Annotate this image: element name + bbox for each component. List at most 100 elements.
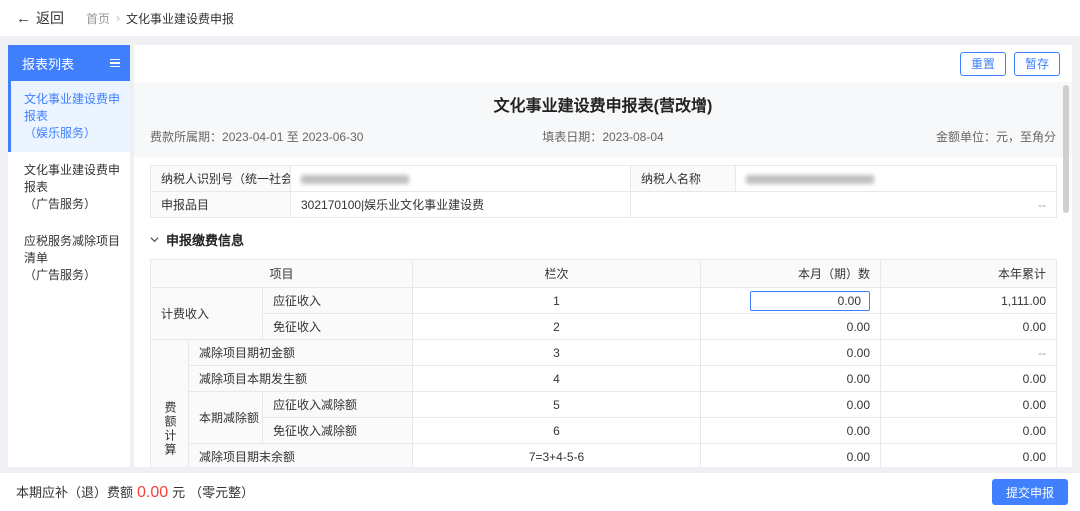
- row-column-no: 7=3+4-5-6: [413, 444, 701, 468]
- taxpayer-id-redacted: [301, 175, 409, 184]
- ytd-value: 0.00: [881, 392, 1057, 418]
- breadcrumb-home[interactable]: 首页: [86, 10, 110, 27]
- month-value-input[interactable]: 0.00: [750, 291, 870, 311]
- form-title: 文化事业建设费申报表(营改增): [150, 92, 1056, 116]
- ytd-value: 0.00: [881, 418, 1057, 444]
- footer-bar: 本期应补（退）费额 0.00 元 （零元整） 提交申报: [0, 473, 1080, 511]
- declare-item-extra: --: [631, 192, 1057, 218]
- row-label: 应征收入减除额: [263, 392, 413, 418]
- scrollbar-thumb[interactable]: [1063, 85, 1069, 213]
- row-label: 减除项目本期发生额: [189, 366, 413, 392]
- row-label: 减除项目期初金额: [189, 340, 413, 366]
- ytd-value: 0.00: [881, 366, 1057, 392]
- taxpayer-id-value: [291, 166, 631, 192]
- table-row: 免征收入 2 0.00 0.00: [151, 314, 1057, 340]
- sidebar-item-label: 文化事业建设费申报表: [24, 91, 122, 125]
- form-panel: 重置 暂存 文化事业建设费申报表(营改增) 费款所属期：2023-04-01 至…: [134, 45, 1072, 467]
- back-label: 返回: [36, 8, 64, 28]
- save-draft-button[interactable]: 暂存: [1014, 52, 1060, 76]
- row-column-no: 4: [413, 366, 701, 392]
- row-column-no: 2: [413, 314, 701, 340]
- breadcrumb: 首页 › 文化事业建设费申报: [86, 10, 234, 27]
- sidebar-header: 报表列表: [8, 45, 130, 81]
- section-title: 申报缴费信息: [166, 230, 244, 249]
- ytd-value: --: [881, 340, 1057, 366]
- payable-amount: 0.00: [137, 484, 168, 502]
- col-header-month: 本月（期）数: [701, 260, 881, 288]
- col-header-project: 项目: [151, 260, 413, 288]
- breadcrumb-separator-icon: ›: [116, 11, 120, 25]
- month-value[interactable]: 0.00: [701, 366, 881, 392]
- declare-item-value[interactable]: 302170100|娱乐业文化事业建设费: [291, 192, 631, 218]
- form-toolbar: 重置 暂存: [134, 45, 1072, 82]
- taxpayer-info-table: 纳税人识别号（统一社会信用代码） 纳税人名称 申报品目 302170100|娱乐…: [150, 165, 1057, 218]
- table-row: 减除项目期末余额 7=3+4-5-6 0.00 0.00: [151, 444, 1057, 468]
- table-row: 免征收入减除额 6 0.00 0.00: [151, 418, 1057, 444]
- row-label: 免征收入: [263, 314, 413, 340]
- ytd-value: 0.00: [881, 314, 1057, 340]
- sidebar-item-sublabel: （娱乐服务）: [24, 125, 122, 142]
- reset-button[interactable]: 重置: [960, 52, 1006, 76]
- sidebar-title: 报表列表: [22, 54, 74, 73]
- ytd-value: 1,111.00: [881, 288, 1057, 314]
- form-body: 纳税人识别号（统一社会信用代码） 纳税人名称 申报品目 302170100|娱乐…: [134, 157, 1072, 467]
- form-title-band: 文化事业建设费申报表(营改增) 费款所属期：2023-04-01 至 2023-…: [134, 82, 1072, 157]
- breadcrumb-current: 文化事业建设费申报: [126, 10, 234, 27]
- table-row: 本期减除额 应征收入减除额 5 0.00 0.00: [151, 392, 1057, 418]
- sidebar-item-label: 应税服务减除项目清单: [24, 233, 122, 267]
- fee-period: 费款所属期：2023-04-01 至 2023-06-30: [150, 128, 452, 145]
- taxpayer-name-redacted: [746, 175, 874, 184]
- payable-unit: 元: [172, 482, 185, 501]
- fill-date-label: 填表日期：: [542, 130, 602, 144]
- month-value[interactable]: 0.00: [701, 444, 881, 468]
- sidebar-item-sublabel: （广告服务）: [24, 196, 122, 213]
- table-row: 费额计算 减除项目期初金额 3 0.00 --: [151, 340, 1057, 366]
- table-row: 计费收入 应征收入 1 0.00 1,111.00: [151, 288, 1057, 314]
- col-header-ytd: 本年累计: [881, 260, 1057, 288]
- collapse-sidebar-icon[interactable]: [110, 59, 120, 68]
- declaration-table: 项目 栏次 本月（期）数 本年累计 计费收入 应征收入 1 0.00 1,111…: [150, 259, 1057, 467]
- sidebar-item-deduction-list[interactable]: 应税服务减除项目清单 （广告服务）: [8, 223, 130, 294]
- row-group-label: 计费收入: [151, 288, 263, 340]
- sidebar-item-entertainment-report[interactable]: 文化事业建设费申报表 （娱乐服务）: [8, 81, 130, 152]
- row-label: 免征收入减除额: [263, 418, 413, 444]
- fee-period-value: 2023-04-01 至 2023-06-30: [222, 130, 363, 144]
- unit-note: 金额单位：元，至角分: [754, 128, 1056, 145]
- back-button[interactable]: ← 返回: [16, 8, 64, 28]
- payable-label: 本期应补（退）费额: [16, 482, 133, 501]
- sidebar-item-label: 文化事业建设费申报表: [24, 162, 122, 196]
- row-label: 减除项目期末余额: [189, 444, 413, 468]
- taxpayer-name-label: 纳税人名称: [631, 166, 736, 192]
- content-area: 报表列表 文化事业建设费申报表 （娱乐服务） 文化事业建设费申报表 （广告服务）…: [0, 36, 1080, 467]
- top-bar: ← 返回 首页 › 文化事业建设费申报: [0, 0, 1080, 36]
- month-value[interactable]: 0.00: [701, 340, 881, 366]
- row-column-no: 5: [413, 392, 701, 418]
- report-list-sidebar: 报表列表 文化事业建设费申报表 （娱乐服务） 文化事业建设费申报表 （广告服务）…: [8, 45, 130, 467]
- row-column-no: 3: [413, 340, 701, 366]
- fee-period-label: 费款所属期：: [150, 130, 222, 144]
- back-arrow-icon: ←: [16, 11, 31, 26]
- month-value[interactable]: 0.00: [701, 418, 881, 444]
- row-column-no: 6: [413, 418, 701, 444]
- month-value[interactable]: 0.00: [701, 392, 881, 418]
- taxpayer-name-value: [736, 166, 1057, 192]
- vertical-group-text: 费额计算: [162, 401, 177, 457]
- fill-date-value: 2023-08-04: [602, 130, 663, 144]
- scrollbar-track: [1063, 83, 1069, 463]
- taxpayer-id-label: 纳税人识别号（统一社会信用代码）: [151, 166, 291, 192]
- form-meta-row: 费款所属期：2023-04-01 至 2023-06-30 填表日期：2023-…: [150, 128, 1056, 145]
- row-vertical-group-label: 费额计算: [151, 340, 189, 468]
- sidebar-item-advertising-report[interactable]: 文化事业建设费申报表 （广告服务）: [8, 152, 130, 223]
- sidebar-item-sublabel: （广告服务）: [24, 267, 122, 284]
- section-declare-info[interactable]: 申报缴费信息: [150, 218, 1056, 259]
- ytd-value: 0.00: [881, 444, 1057, 468]
- submit-declaration-button[interactable]: 提交申报: [992, 479, 1068, 505]
- payable-summary: 本期应补（退）费额 0.00 元 （零元整）: [16, 482, 254, 502]
- chevron-down-icon: [150, 235, 159, 244]
- row-label: 应征收入: [263, 288, 413, 314]
- table-header-row: 项目 栏次 本月（期）数 本年累计: [151, 260, 1057, 288]
- month-value[interactable]: 0.00: [701, 314, 881, 340]
- fill-date: 填表日期：2023-08-04: [452, 128, 754, 145]
- month-value-cell: 0.00: [701, 288, 881, 314]
- declare-item-label: 申报品目: [151, 192, 291, 218]
